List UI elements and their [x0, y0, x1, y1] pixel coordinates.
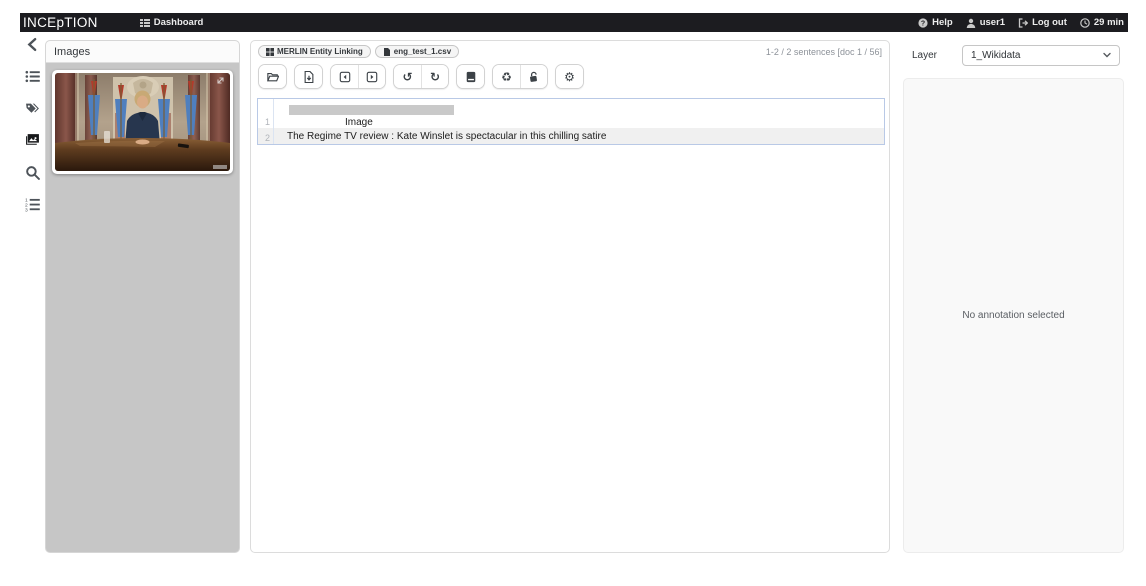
project-badge-label: MERLIN Entity Linking	[277, 47, 363, 56]
document-badges: MERLIN Entity Linking eng_test_1.csv	[258, 45, 460, 58]
chevron-down-icon	[1103, 51, 1111, 59]
session-time-label: 29 min	[1093, 17, 1124, 28]
collapse-chevron-left-icon[interactable]	[25, 36, 41, 52]
left-sidebar-rail: 123	[20, 36, 45, 212]
toggle-finished-button[interactable]	[520, 65, 547, 88]
file-icon	[383, 47, 390, 56]
dashboard-label: Dashboard	[153, 17, 204, 28]
app-logo[interactable]: INCEpTION	[20, 15, 98, 30]
layer-selector-row: Layer 1_Wikidata	[903, 43, 1124, 67]
user-icon	[966, 18, 976, 28]
svg-text:?: ?	[921, 20, 925, 27]
dashboard-menu-item[interactable]: Dashboard	[139, 17, 204, 28]
layer-select-value: 1_Wikidata	[971, 49, 1021, 61]
project-badge[interactable]: MERLIN Entity Linking	[258, 45, 371, 58]
undo-icon: ↺	[402, 69, 413, 84]
tags-icon[interactable]	[25, 100, 41, 116]
clock-icon	[1080, 17, 1090, 28]
sentence-row[interactable]: 2 The Regime TV review : Kate Winslet is…	[258, 128, 884, 144]
annotation-toolbar: ↺ ↻ ♻ ⚙	[251, 58, 889, 93]
undo-button[interactable]: ↺	[394, 65, 421, 88]
guidelines-button[interactable]	[457, 65, 484, 88]
redo-button[interactable]: ↻	[421, 65, 448, 88]
help-label: Help	[932, 17, 953, 28]
next-document-icon	[366, 71, 378, 82]
images-panel-title: Images	[46, 41, 239, 63]
reset-document-button[interactable]: ♻	[493, 65, 520, 88]
export-document-button[interactable]	[295, 65, 322, 88]
open-document-icon	[266, 72, 279, 81]
username-label: user1	[979, 17, 1006, 28]
redo-icon: ↻	[429, 69, 441, 84]
settings-button[interactable]: ⚙	[556, 65, 583, 88]
logout-label: Log out	[1032, 17, 1067, 28]
sentence-text[interactable]: The Regime TV review : Kate Winslet is s…	[287, 131, 884, 144]
annotation-editor-panel: MERLIN Entity Linking eng_test_1.csv 1-2…	[250, 40, 890, 553]
prev-document-button[interactable]	[331, 65, 358, 88]
prev-document-icon	[339, 71, 350, 82]
next-document-button[interactable]	[358, 65, 385, 88]
annotation-detail-panel: No annotation selected	[903, 78, 1124, 553]
annotation-editor-header: MERLIN Entity Linking eng_test_1.csv 1-2…	[251, 41, 889, 58]
document-badge-label: eng_test_1.csv	[393, 47, 452, 56]
document-image	[55, 73, 230, 171]
layer-label: Layer	[912, 49, 938, 61]
logout-icon	[1018, 17, 1029, 28]
inception-annotation-page: INCEpTION Dashboard ? Help user1 Log out…	[0, 0, 1146, 586]
document-image-thumbnail[interactable]	[52, 70, 233, 174]
logout-menu-item[interactable]: Log out	[1018, 17, 1067, 28]
session-timer: 29 min	[1080, 17, 1124, 28]
dashboard-list-icon	[139, 18, 150, 28]
open-document-button[interactable]	[259, 65, 286, 88]
layer-select[interactable]: 1_Wikidata	[962, 44, 1120, 66]
user-menu-item[interactable]: user1	[966, 17, 1005, 28]
line-number: 2	[258, 128, 274, 144]
annotation-span-block[interactable]	[289, 105, 454, 115]
topbar-right-menu: ? Help user1 Log out 29 min	[918, 17, 1128, 28]
help-icon: ?	[918, 17, 928, 28]
ordered-list-icon[interactable]: 123	[25, 196, 41, 212]
images-icon[interactable]	[25, 132, 41, 148]
guidelines-icon	[466, 71, 475, 82]
document-badge[interactable]: eng_test_1.csv	[374, 45, 460, 58]
line-number: 1	[258, 99, 274, 128]
export-document-icon	[304, 70, 313, 83]
sentence-row[interactable]: 1 Image	[258, 99, 884, 128]
help-menu-item[interactable]: ? Help	[918, 17, 953, 28]
no-annotation-message: No annotation selected	[962, 310, 1065, 321]
search-icon[interactable]	[25, 164, 41, 180]
document-list-icon[interactable]	[25, 68, 41, 84]
project-icon	[266, 47, 274, 56]
svg-text:3: 3	[25, 207, 28, 211]
images-panel: Images	[45, 40, 240, 553]
unlock-icon	[530, 71, 537, 82]
sentence-editor[interactable]: 1 Image 2 The Regime TV review : Kate Wi…	[257, 98, 885, 145]
settings-icon: ⚙	[564, 69, 575, 84]
sentence-pagination: 1-2 / 2 sentences [doc 1 / 56]	[765, 47, 882, 57]
top-navigation-bar: INCEpTION Dashboard ? Help user1 Log out…	[20, 13, 1128, 32]
reset-icon: ♻	[501, 69, 512, 84]
